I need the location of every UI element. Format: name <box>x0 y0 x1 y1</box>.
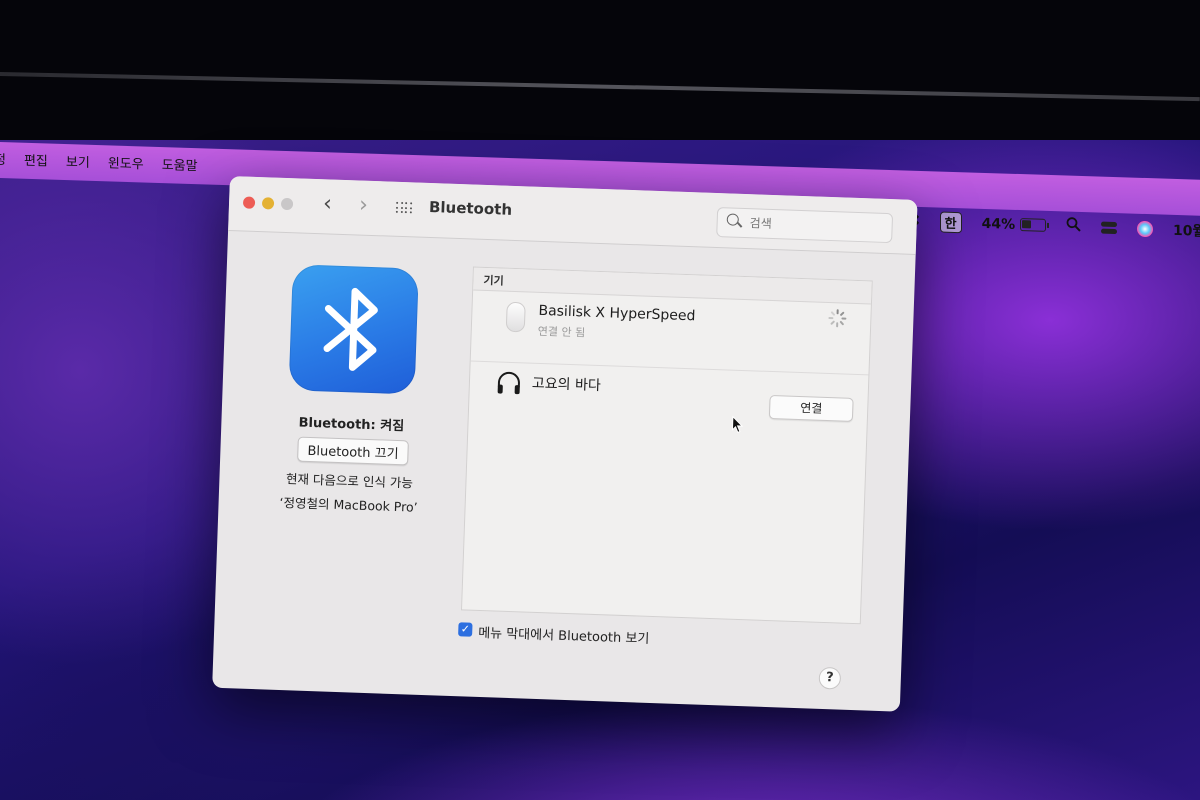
control-center-icon[interactable] <box>1101 220 1118 235</box>
help-button[interactable]: ? <box>818 666 842 690</box>
show-all-grid-icon[interactable] <box>395 201 412 215</box>
connect-button[interactable]: 연결 <box>768 394 854 422</box>
menu-edit[interactable]: 편집 <box>24 150 48 170</box>
search-input[interactable] <box>747 213 882 238</box>
mouse-pointer-icon <box>731 415 744 438</box>
device-list-header-label: 기기 <box>483 273 504 288</box>
display-bezel <box>0 72 1200 102</box>
search-icon <box>726 213 739 226</box>
device-list: 기기 Basilisk X HyperSpeed 연결 안 됨 고요의 바다 연… <box>460 266 873 625</box>
discoverable-info: 현재 다음으로 인식 가능 ‘정영철의 MacBook Pro’ <box>238 466 460 522</box>
menu-help[interactable]: 도움말 <box>162 154 198 174</box>
menu-file[interactable]: 정 <box>0 149 6 168</box>
bluetooth-preferences-window: ‹ › Bluetooth Bluetooth: 켜짐 Bluetooth 끄기… <box>212 176 918 712</box>
siri-icon[interactable] <box>1137 220 1154 237</box>
app-menus: 정 편집 보기 윈도우 도움말 <box>0 149 198 174</box>
bluetooth-status: Bluetooth: 켜짐 <box>298 415 405 435</box>
battery-text: 44% <box>981 215 1016 233</box>
forward-chevron-icon[interactable]: › <box>359 193 369 218</box>
back-chevron-icon[interactable]: ‹ <box>323 191 333 216</box>
bluetooth-off-button[interactable]: Bluetooth 끄기 <box>297 436 410 466</box>
close-window-button[interactable] <box>242 196 256 209</box>
headphones-icon <box>495 369 522 400</box>
device-status: 연결 안 됨 <box>537 324 586 340</box>
zoom-window-button[interactable] <box>280 197 294 211</box>
menubar-clock[interactable]: 10월 2 <box>1173 219 1200 240</box>
spotlight-icon[interactable] <box>1066 217 1081 236</box>
minimize-window-button[interactable] <box>261 197 275 210</box>
input-source-indicator[interactable]: 한 <box>939 211 962 234</box>
device-name: 고요의 바다 <box>531 375 602 395</box>
search-field[interactable] <box>716 207 894 244</box>
loading-spinner-icon <box>828 309 847 328</box>
bluetooth-app-icon <box>288 264 419 395</box>
battery-icon <box>1020 218 1047 232</box>
battery-percentage[interactable]: 44% <box>981 215 1047 233</box>
device-name: Basilisk X HyperSpeed <box>538 302 696 325</box>
show-in-menubar-label[interactable]: 메뉴 막대에서 Bluetooth 보기 <box>478 622 650 647</box>
window-title: Bluetooth <box>428 197 513 219</box>
show-in-menubar-checkbox[interactable]: ✓ <box>458 622 473 637</box>
menu-view[interactable]: 보기 <box>66 151 90 171</box>
mouse-icon <box>505 301 526 333</box>
menu-window[interactable]: 윈도우 <box>108 152 144 172</box>
